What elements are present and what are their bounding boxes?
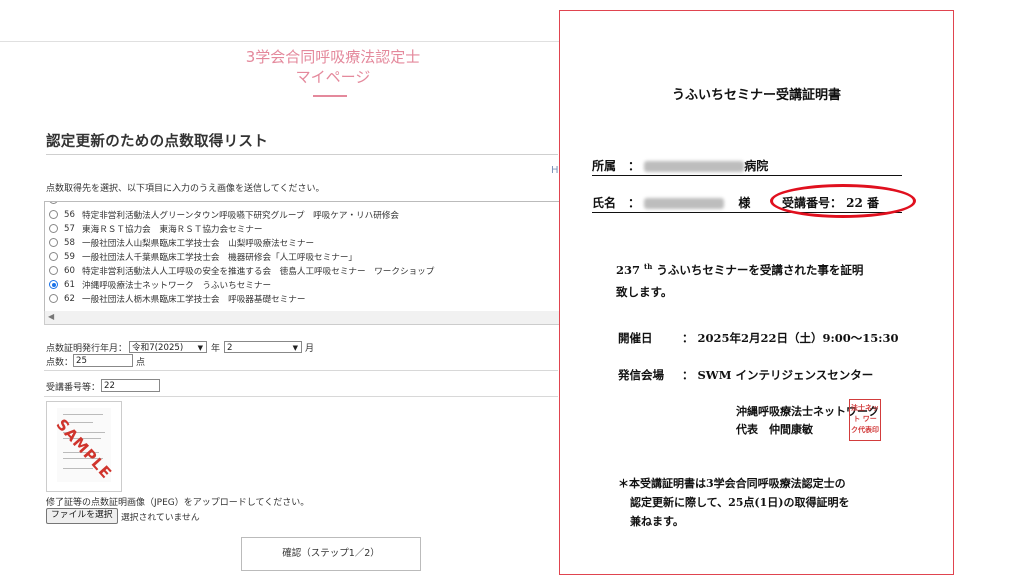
attendee-number-label: 受講番号等： xyxy=(46,383,101,393)
list-item[interactable]: 57 東海ＲＳＴ協力会 東海ＲＳＴ協力会セミナー xyxy=(49,222,262,235)
redacted-name xyxy=(644,198,725,209)
radio-icon xyxy=(49,202,58,204)
choose-file-button[interactable]: ファイルを選択 xyxy=(46,508,118,524)
representative: 代表 仲間康敏 xyxy=(736,423,813,436)
venue-label: 発信会場 xyxy=(618,368,664,382)
certificate-body: 237 th うふいちセミナーを受講された事を証明 致します。 xyxy=(616,262,864,299)
radio-icon[interactable] xyxy=(49,238,58,247)
section-divider xyxy=(46,154,558,155)
month-select[interactable]: 2 ▼ xyxy=(224,341,302,353)
top-divider xyxy=(0,41,560,42)
form-divider-2 xyxy=(44,396,558,397)
seal-stamp: 法士ネット ワーク代表印 xyxy=(849,399,881,441)
month-suffix: 月 xyxy=(305,344,315,354)
certificate-note: ＊本受講証明書は3学会合同呼吸療法認定士の 認定更新に際して、25点(1日)の取… xyxy=(618,477,850,528)
confirm-button[interactable]: 確認（ステップ1／2） xyxy=(241,537,421,571)
list-item[interactable]: 56 特定非営利活動法人グリーンタウン呼吸嚥下研究グループ 呼吸ケア・リハ研修会 xyxy=(49,208,399,221)
list-item[interactable]: 59 一般社団法人千葉県臨床工学技士会 機器研修会「人工呼吸セミナー」 xyxy=(49,250,357,263)
year-select[interactable]: 令和7(2025) ▼ xyxy=(129,341,207,353)
radio-icon[interactable] xyxy=(49,294,58,303)
radio-icon[interactable] xyxy=(49,224,58,233)
list-item-selected[interactable]: 61 沖縄呼吸療法士ネットワーク うふいちセミナー xyxy=(49,278,271,291)
radio-checked-icon[interactable] xyxy=(49,280,58,289)
points-suffix: 点 xyxy=(136,358,146,368)
site-title-line1: 3学会合同呼吸療法認定士 xyxy=(245,48,421,66)
form-divider xyxy=(44,370,558,371)
redacted-affiliation xyxy=(644,161,745,172)
date-value: ： 2025年2月22日（土）9:00～15:30 xyxy=(682,331,899,345)
side-letter: H xyxy=(551,165,559,176)
section-title: 認定更新のための点数取得リスト xyxy=(46,134,268,150)
chevron-down-icon: ▼ xyxy=(197,344,203,352)
instruction-text: 点数取得先を選択、以下項目に入力のうえ画像を送信してください。 xyxy=(46,184,325,194)
radio-icon[interactable] xyxy=(49,266,58,275)
points-input[interactable]: 25 xyxy=(73,354,133,367)
venue-value: ： SWM インテリジェンスセンター xyxy=(682,368,874,382)
list-item[interactable]: 62 一般社団法人栃木県臨床工学技士会 呼吸器基礎セミナー xyxy=(49,292,305,305)
radio-icon[interactable] xyxy=(49,252,58,261)
affiliation-underline xyxy=(592,175,902,176)
points-label: 点数： xyxy=(46,358,74,368)
date-label: 開催日 xyxy=(618,331,653,345)
attendee-number-input[interactable]: 22 xyxy=(101,379,160,392)
list-item[interactable]: 58 一般社団法人山梨県臨床工学技士会 山梨呼吸療法セミナー xyxy=(49,236,314,249)
name-row: 氏名 ： 様 xyxy=(592,196,751,210)
sample-image: SAMPLE xyxy=(46,401,122,492)
list-item[interactable]: 60 特定非営利活動法人人工呼吸の安全を推進する会 徳島人工呼吸セミナー ワークシ… xyxy=(49,264,434,277)
site-title: 3学会合同呼吸療法認定士 マイページ xyxy=(150,47,516,87)
year-suffix: 年 xyxy=(211,344,221,354)
upload-hint: 修了証等の点数証明画像（JPEG）をアップロードしてください。 xyxy=(46,498,310,508)
title-underline xyxy=(313,95,347,97)
radio-icon[interactable] xyxy=(49,210,58,219)
arrow-left-icon[interactable]: ◀ xyxy=(48,312,54,321)
file-status: 選択されていません xyxy=(121,513,200,523)
provider-list[interactable]: ────────────────────────────────── 56特定非… xyxy=(44,201,559,313)
horizontal-scrollbar[interactable]: ◀ xyxy=(44,311,559,325)
chevron-down-icon: ▼ xyxy=(292,344,298,352)
list-item-partial-top: ────────────────────────────────── xyxy=(49,202,240,206)
certificate-image: うふいちセミナー受講証明書 所属 ： 病院 氏名 ： 様 受講番号： 22 番 … xyxy=(559,10,954,575)
site-title-line2: マイページ xyxy=(295,68,371,86)
affiliation-row: 所属 ： 病院 xyxy=(592,159,769,173)
issue-date-label: 点数証明発行年月： xyxy=(46,344,128,354)
highlight-ellipse xyxy=(770,184,916,218)
certificate-title: うふいちセミナー受講証明書 xyxy=(671,88,841,103)
